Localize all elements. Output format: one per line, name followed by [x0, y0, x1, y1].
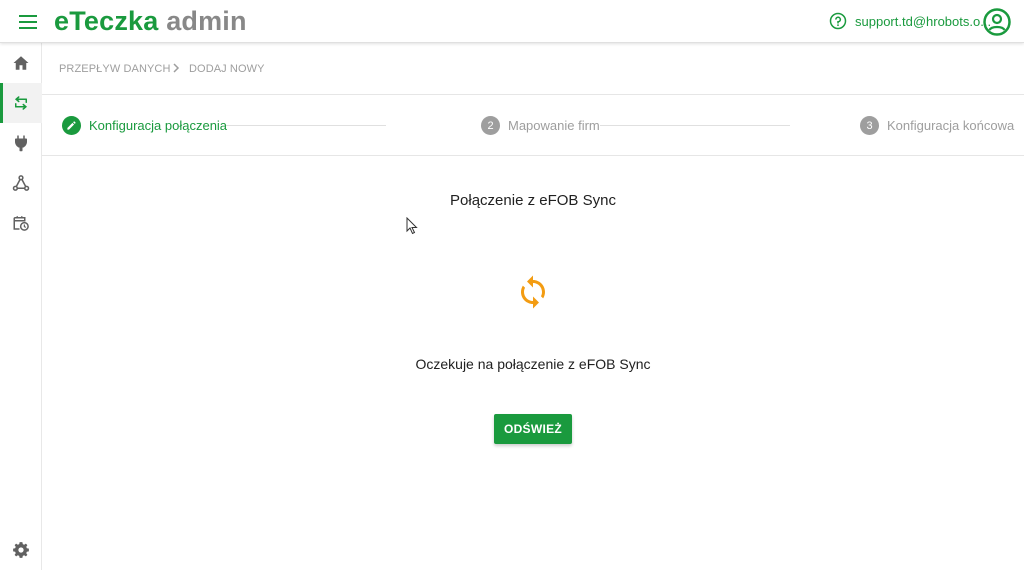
- breadcrumb-item-add-new: DODAJ NOWY: [189, 63, 265, 75]
- sidebar: [0, 43, 42, 570]
- chevron-right-icon: [173, 63, 180, 73]
- step-1-indicator: [62, 116, 81, 135]
- step-3-label: Konfiguracja końcowa: [887, 118, 1015, 133]
- step-3-indicator: 3: [860, 116, 879, 135]
- sidebar-item-data-flow[interactable]: [0, 83, 42, 123]
- step-2-label: Mapowanie firm: [508, 118, 600, 133]
- app-logo[interactable]: eTeczka admin: [54, 5, 247, 37]
- data-flow-icon: [14, 96, 28, 110]
- help-icon[interactable]: [829, 12, 847, 30]
- sidebar-item-home[interactable]: [0, 43, 42, 83]
- stepper: Konfiguracja połączenia 2 Mapowanie firm…: [42, 95, 1024, 156]
- gear-icon: [13, 542, 29, 558]
- step-2-indicator: 2: [481, 116, 500, 135]
- plug-icon: [15, 135, 27, 152]
- sidebar-item-settings[interactable]: [0, 530, 42, 570]
- user-avatar-icon[interactable]: [983, 8, 1011, 36]
- refresh-button[interactable]: ODŚWIEŻ: [494, 414, 572, 444]
- connection-title: Połączenie z eFOB Sync: [450, 192, 616, 209]
- logo-secondary: admin: [166, 6, 247, 36]
- sync-icon: [521, 275, 545, 309]
- waiting-status-text: Oczekuje na połączenie z eFOB Sync: [415, 356, 651, 372]
- step-1-label: Konfiguracja połączenia: [89, 118, 228, 133]
- logo-primary: eTeczka: [54, 6, 159, 36]
- step-connector: [226, 125, 386, 126]
- network-icon: [12, 175, 30, 191]
- sidebar-item-schedule[interactable]: [0, 203, 42, 243]
- top-bar: eTeczka admin support.td@hrobots.o...: [0, 0, 1024, 43]
- sidebar-item-integrations[interactable]: [0, 123, 42, 163]
- mouse-cursor-icon: [406, 217, 418, 235]
- sidebar-item-network[interactable]: [0, 163, 42, 203]
- pencil-icon: [67, 121, 76, 130]
- home-icon: [13, 56, 29, 70]
- user-email[interactable]: support.td@hrobots.o...: [855, 14, 991, 29]
- breadcrumb: PRZEPŁYW DANYCH DODAJ NOWY: [42, 43, 1024, 95]
- calendar-clock-icon: [13, 216, 29, 231]
- step-connector: [600, 125, 790, 126]
- breadcrumb-item-data-flow[interactable]: PRZEPŁYW DANYCH: [59, 63, 171, 75]
- menu-icon[interactable]: [17, 11, 39, 33]
